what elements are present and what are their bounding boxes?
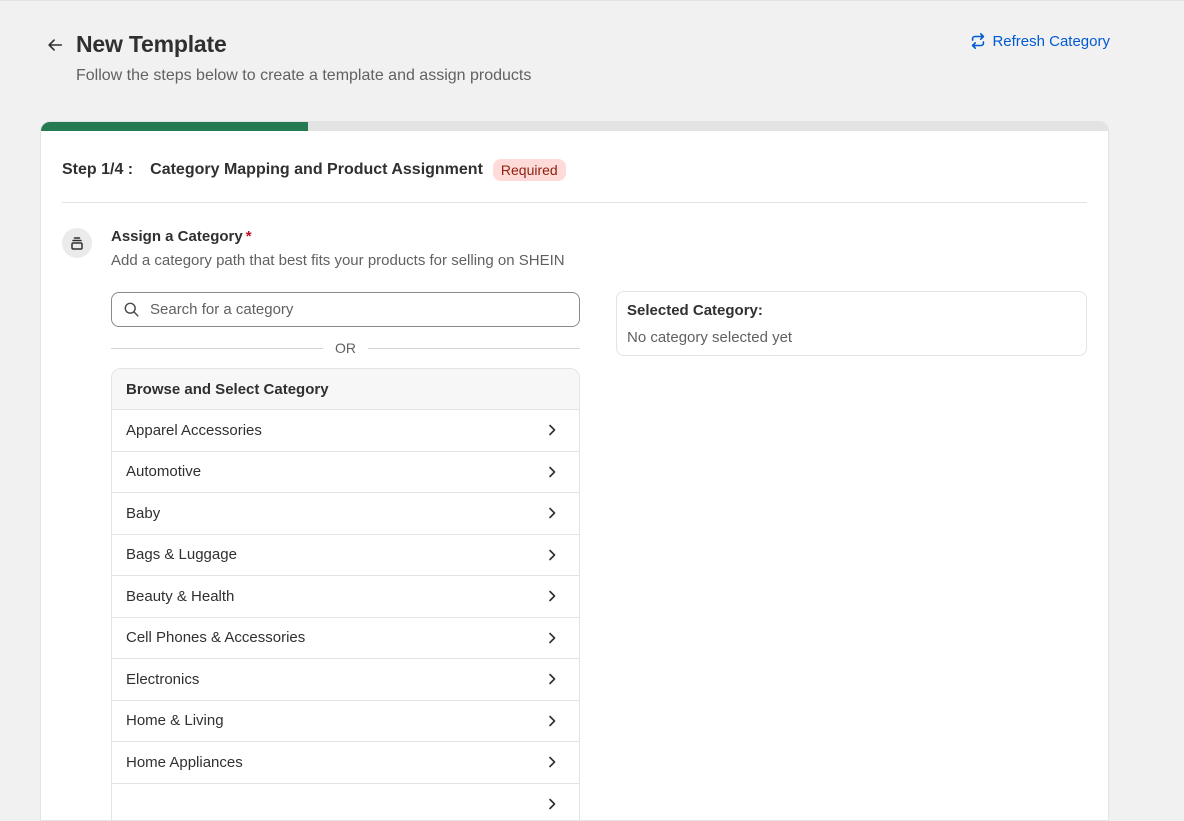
category-row[interactable]: Home Appliances [112,742,579,784]
category-row-label: Electronics [126,671,199,688]
refresh-category-label: Refresh Category [992,33,1110,50]
required-asterisk: * [246,228,252,245]
chevron-right-icon [545,589,559,603]
category-search[interactable] [111,292,580,327]
assign-category-icon-wrap [62,228,92,258]
assign-category-description: Add a category path that best fits your … [111,252,565,269]
category-row-label: Bags & Luggage [126,546,237,563]
category-row[interactable]: Apparel Accessories [112,410,579,452]
category-row-label: Baby [126,505,160,522]
selected-category-box: Selected Category: No category selected … [616,291,1087,356]
category-row-label: Home & Living [126,712,224,729]
category-row-label: Home Appliances [126,754,243,771]
browse-category-panel: Browse and Select Category Apparel Acces… [111,368,580,821]
refresh-icon [969,32,987,50]
category-row[interactable]: Automotive [112,452,579,494]
selected-category-value: No category selected yet [627,329,792,346]
page-subtitle: Follow the steps below to create a templ… [76,67,531,85]
or-line-right [368,348,580,349]
chevron-right-icon [545,423,559,437]
back-button[interactable] [44,34,66,56]
assign-category-title-text: Assign a Category [111,228,243,245]
chevron-right-icon [545,672,559,686]
progress-bar [41,122,1108,131]
chevron-right-icon [545,714,559,728]
category-row-label: Automotive [126,463,201,480]
page-header: New Template Follow the steps below to c… [44,30,1110,90]
category-row-label: Beauty & Health [126,588,234,605]
arrow-left-icon [46,36,64,54]
category-row[interactable]: Beauty & Health [112,576,579,618]
category-row[interactable] [112,784,579,821]
step-label: Step 1/4 : [62,161,133,179]
category-row-label: Apparel Accessories [126,422,262,439]
or-text: OR [323,340,368,356]
chevron-right-icon [545,465,559,479]
assign-category-title: Assign a Category* [111,228,252,245]
required-badge: Required [493,159,566,181]
chevron-right-icon [545,548,559,562]
browse-category-header: Browse and Select Category [112,369,579,410]
chevron-right-icon [545,631,559,645]
category-row[interactable]: Bags & Luggage [112,535,579,577]
chevron-right-icon [545,755,559,769]
selected-category-label: Selected Category: [627,302,763,319]
progress-fill [41,122,308,131]
category-stack-icon [69,235,85,251]
category-row[interactable]: Home & Living [112,701,579,743]
chevron-right-icon [545,797,559,811]
category-row[interactable]: Electronics [112,659,579,701]
page-title: New Template [76,31,227,58]
search-input[interactable] [148,300,568,319]
chevron-right-icon [545,506,559,520]
category-row[interactable]: Baby [112,493,579,535]
or-separator: OR [111,338,580,358]
template-card: Step 1/4 : Category Mapping and Product … [40,121,1109,821]
search-icon [123,301,140,318]
category-row-label: Cell Phones & Accessories [126,629,305,646]
category-list: Apparel Accessories Automotive Baby Bags & … [112,410,579,821]
or-line-left [111,348,323,349]
step-title: Category Mapping and Product Assignment [150,161,483,179]
top-border [0,0,1184,1]
step-heading: Step 1/4 : Category Mapping and Product … [62,158,566,182]
divider [62,202,1087,203]
refresh-category-button[interactable]: Refresh Category [969,30,1110,52]
category-row[interactable]: Cell Phones & Accessories [112,618,579,660]
